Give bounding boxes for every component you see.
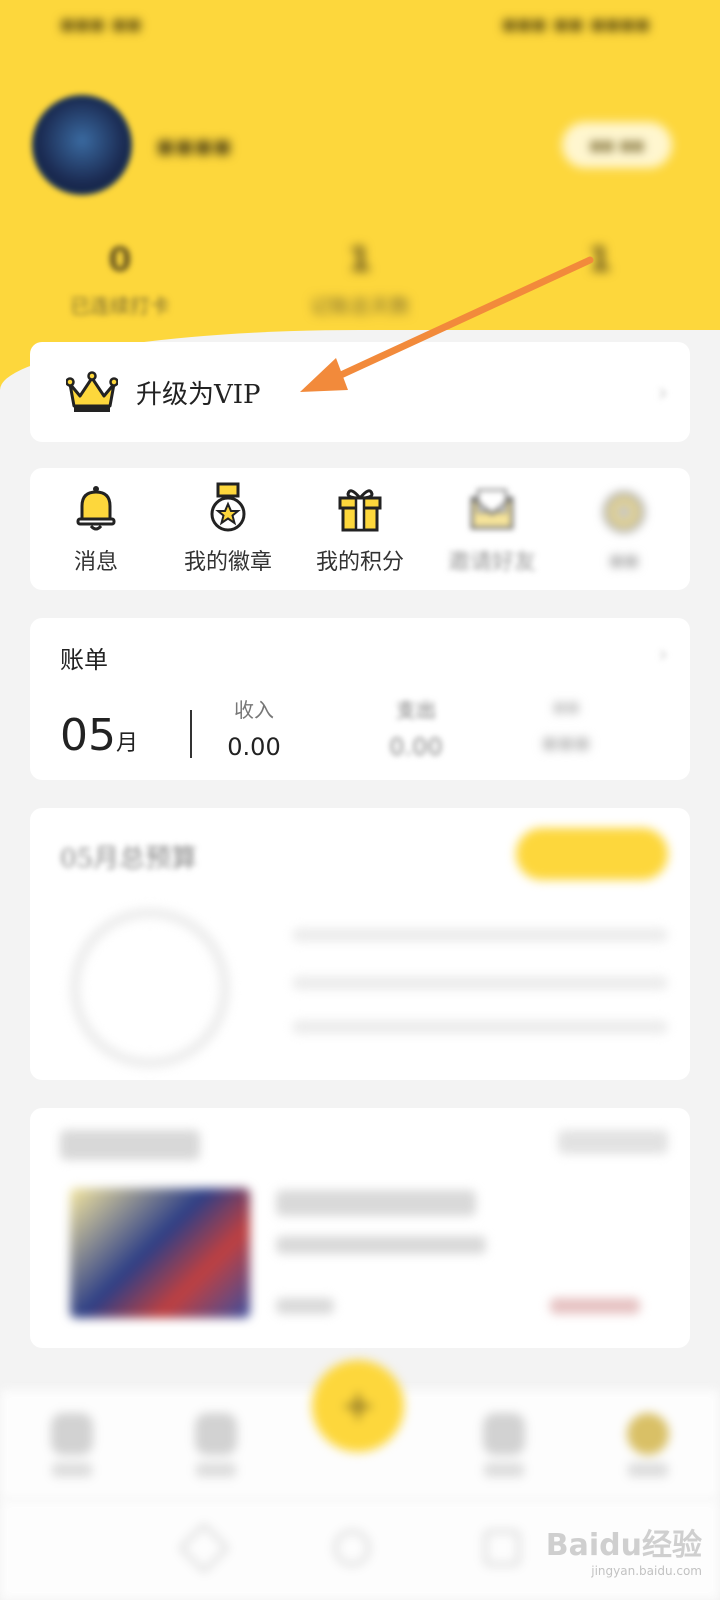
upgrade-vip-card[interactable]: 升级为VIP ›: [30, 342, 690, 442]
bill-card[interactable]: 账单 › 05月 收入 0.00 支出 0.00 ▪▪ ▪▪▪: [30, 618, 690, 780]
bill-month-unit: 月: [116, 731, 139, 756]
quick-item-label: 我的徽章: [183, 550, 272, 575]
recommend-thumbnail[interactable]: [70, 1188, 250, 1318]
home-icon[interactable]: [334, 1530, 370, 1566]
profile-row: ▪▪▪▪ ▪▪ ▪▪: [32, 95, 672, 195]
recommend-title: [60, 1130, 200, 1160]
medal-icon: [210, 482, 246, 532]
nav-item-5[interactable]: [608, 1413, 688, 1477]
bill-income-value: 0.00: [227, 733, 281, 761]
stat-third[interactable]: 1: [480, 240, 720, 319]
stats-row: 0 已连续打卡 1 记账总天数 1: [0, 240, 720, 319]
add-record-button[interactable]: +: [312, 1360, 404, 1452]
bill-month-number: 05: [60, 710, 116, 761]
crown-icon: [66, 371, 118, 412]
budget-card[interactable]: 05月总预算: [30, 808, 690, 1080]
avatar[interactable]: [32, 95, 132, 195]
nav-item-1[interactable]: [32, 1413, 112, 1477]
status-left: ▪▪▪ ▪▪: [60, 12, 142, 37]
upgrade-vip-label: 升级为VIP: [136, 379, 261, 410]
watermark-url: jingyan.baidu.com: [591, 1564, 702, 1578]
recommend-card[interactable]: [30, 1108, 690, 1348]
nav-icon: [627, 1413, 669, 1455]
watermark: Baidu经验 jingyan.baidu.com: [546, 1520, 702, 1578]
bill-balance: ▪▪ ▪▪▪: [510, 694, 622, 756]
nav-icon: [195, 1413, 237, 1455]
budget-line: [292, 976, 668, 990]
status-bar: ▪▪▪ ▪▪ ▪▪▪ ▪▪ ▪▪▪▪: [60, 12, 650, 42]
stat-third-value: 1: [588, 240, 612, 280]
quick-item-label: 消息: [73, 550, 118, 575]
budget-title: 05月总预算: [60, 844, 198, 874]
bill-expense-label: 支出: [396, 698, 436, 722]
envelope-icon: [470, 489, 514, 530]
budget-line: [292, 1020, 668, 1034]
recommend-headline: [276, 1190, 476, 1216]
profile-action-button[interactable]: ▪▪ ▪▪: [562, 122, 672, 168]
watermark-brand: Baidu经验: [545, 1528, 702, 1563]
recommend-tag: [276, 1298, 334, 1314]
bill-month: 05月: [60, 710, 138, 761]
nav-item-4[interactable]: [464, 1413, 544, 1477]
bill-title: 账单: [60, 646, 108, 674]
quick-item-label: ▪▪: [609, 547, 639, 573]
bill-expense: 支出 0.00: [360, 694, 472, 761]
status-right: ▪▪▪ ▪▪ ▪▪▪▪: [501, 12, 650, 37]
recommend-subtitle: [276, 1236, 486, 1254]
quick-item-invite[interactable]: 邀请好友: [432, 482, 552, 576]
nav-icon: [483, 1413, 525, 1455]
recommend-price: [550, 1298, 640, 1314]
quick-actions-card: 消息 我的徽章 我的积分 邀请好友 ▪▪: [30, 468, 690, 590]
settings-icon: [604, 491, 644, 532]
bill-divider: [190, 710, 192, 758]
stat-streak-label: 已连续打卡: [70, 294, 170, 318]
quick-item-fifth[interactable]: ▪▪: [564, 486, 684, 573]
stat-total-days[interactable]: 1 记账总天数: [240, 240, 480, 319]
bell-icon: [76, 486, 116, 531]
gift-icon: [338, 489, 382, 532]
quick-item-points[interactable]: 我的积分: [300, 482, 420, 576]
bill-expense-value: 0.00: [389, 733, 443, 761]
stat-third-label: [480, 290, 720, 314]
quick-item-label: 邀请好友: [447, 550, 536, 575]
nickname[interactable]: ▪▪▪▪: [156, 129, 232, 162]
stat-total-days-label: 记账总天数: [310, 294, 410, 318]
quick-item-messages[interactable]: 消息: [36, 482, 156, 576]
budget-line: [292, 928, 668, 942]
stat-streak[interactable]: 0 已连续打卡: [0, 240, 240, 319]
bill-balance-value: ▪▪▪: [541, 728, 591, 756]
nav-label: [196, 1463, 236, 1477]
recommend-more-link[interactable]: [558, 1130, 668, 1154]
chevron-right-icon: ›: [658, 640, 668, 668]
budget-set-button[interactable]: [516, 828, 668, 880]
bill-income: 收入 0.00: [198, 694, 310, 761]
nav-label: [52, 1463, 92, 1477]
recents-icon[interactable]: [484, 1530, 520, 1566]
nav-icon: [51, 1413, 93, 1455]
bill-income-label: 收入: [234, 698, 274, 722]
bill-balance-label: ▪▪: [552, 694, 580, 718]
back-icon[interactable]: [178, 1522, 230, 1574]
chevron-right-icon: ›: [657, 378, 668, 408]
nav-label: [628, 1463, 668, 1477]
stat-streak-value: 0: [108, 240, 132, 280]
nav-item-2[interactable]: [176, 1413, 256, 1477]
quick-item-label: 我的积分: [315, 550, 404, 575]
nav-label: [484, 1463, 524, 1477]
budget-ring: [70, 908, 230, 1068]
quick-item-badges[interactable]: 我的徽章: [168, 482, 288, 576]
stat-total-days-value: 1: [348, 240, 372, 280]
